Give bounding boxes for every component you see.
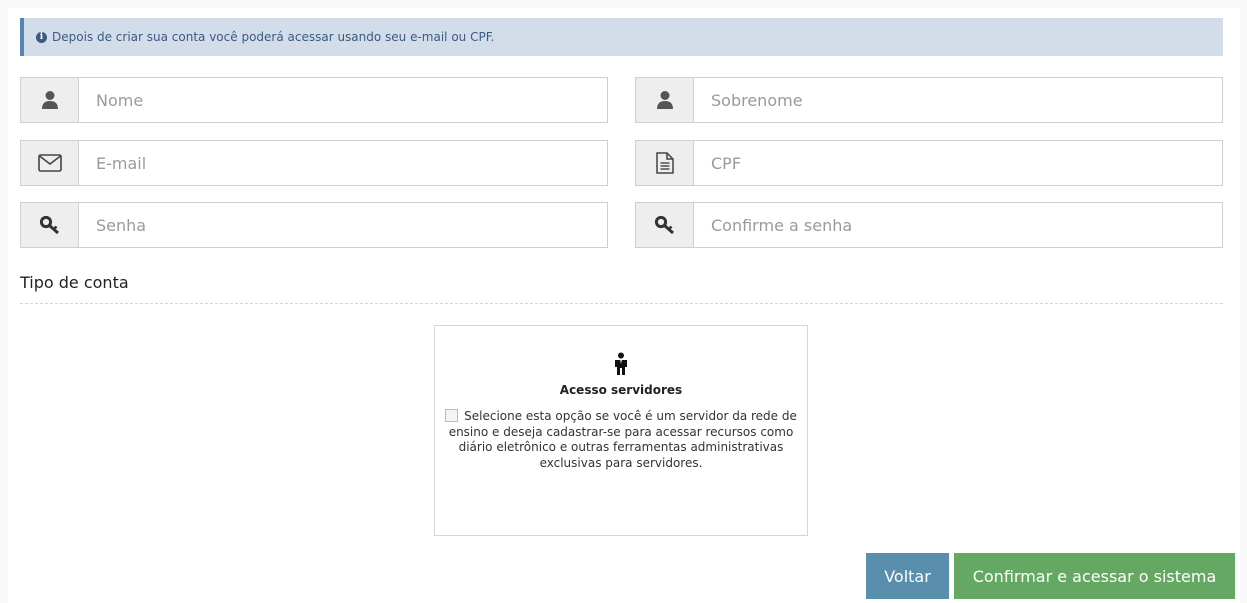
server-access-card[interactable]: Acesso servidores Selecione esta opção s…: [434, 325, 808, 536]
back-button[interactable]: Voltar: [866, 553, 949, 599]
user-icon: [21, 78, 79, 122]
cpf-input[interactable]: [694, 141, 1222, 185]
senha-input[interactable]: [79, 203, 607, 247]
email-input[interactable]: [79, 141, 607, 185]
email-field: [20, 140, 608, 186]
card-title: Acesso servidores: [559, 383, 683, 397]
cpf-field: [635, 140, 1223, 186]
server-access-checkbox[interactable]: [445, 409, 459, 422]
key-icon: [21, 203, 79, 247]
document-icon: [636, 141, 694, 185]
card-description: Selecione esta opção se você é um servid…: [439, 409, 803, 471]
confirme-senha-field: [635, 202, 1223, 248]
sobrenome-field: [635, 77, 1223, 123]
user-icon: [636, 78, 694, 122]
nome-field: [20, 77, 608, 123]
section-divider: [20, 303, 1223, 304]
confirm-button[interactable]: Confirmar e acessar o sistema: [954, 553, 1235, 599]
key-icon: [636, 203, 694, 247]
senha-field: [20, 202, 608, 248]
person-icon: [613, 352, 629, 380]
sobrenome-input[interactable]: [694, 78, 1222, 122]
envelope-icon: [21, 141, 79, 185]
confirme-senha-input[interactable]: [694, 203, 1222, 247]
info-alert: i Depois de criar sua conta você poderá …: [20, 18, 1223, 56]
account-type-title: Tipo de conta: [20, 273, 129, 292]
info-icon: i: [36, 31, 47, 43]
card-description-text: Selecione esta opção se você é um servid…: [448, 409, 797, 470]
nome-input[interactable]: [79, 78, 607, 122]
info-text: Depois de criar sua conta você poderá ac…: [52, 30, 495, 44]
